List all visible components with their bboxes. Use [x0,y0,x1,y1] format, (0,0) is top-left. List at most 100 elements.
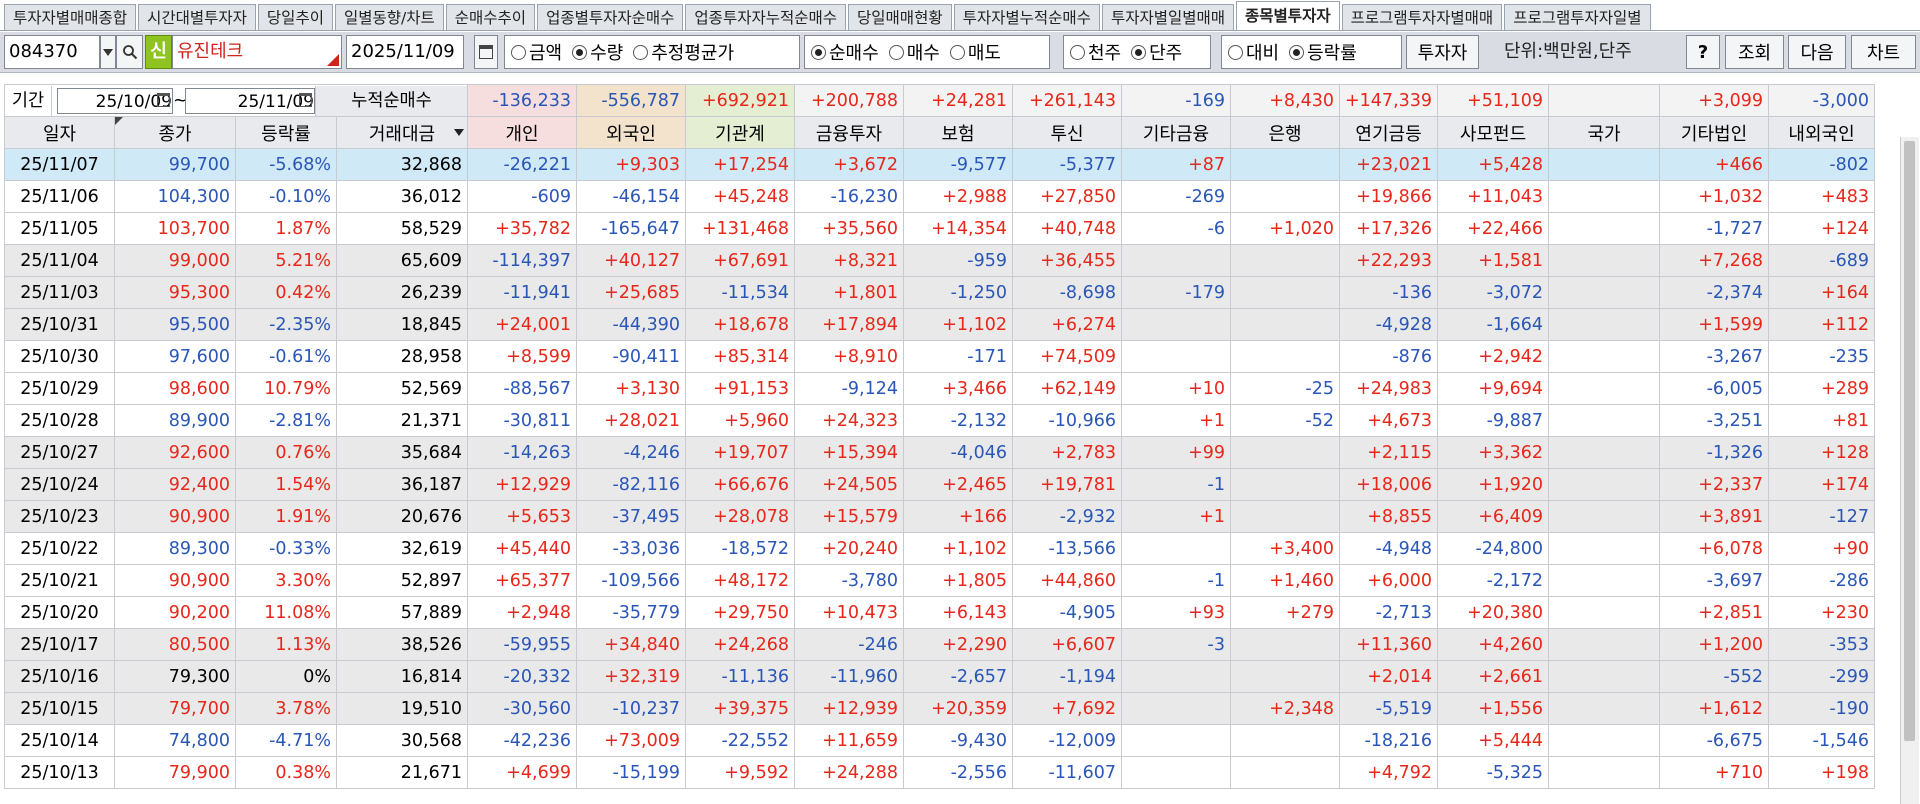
stock-dropdown-button[interactable] [100,35,116,69]
date-input[interactable]: 2025/11/09 [346,35,464,69]
table-cell: 21,371 [336,404,468,437]
table-row[interactable]: 25/11/05 103,700 1.87% 58,529 +35,782 -165,64… [4,212,1876,245]
help-button[interactable]: ? [1686,35,1720,69]
amount_group-option-2[interactable]: 추정평균가 [633,39,734,65]
amount_group-option-0[interactable]: 금액 [511,39,562,65]
chart-button[interactable]: 차트 [1851,35,1916,69]
tab-9[interactable]: 투자자별일별매매 [1101,4,1235,30]
table-row[interactable]: 25/11/06 104,300 -0.10% 36,012 -609 -46,154 +4… [4,180,1876,213]
table-cell: +124 [1768,212,1876,245]
table-row[interactable]: 25/10/21 90,900 3.30% 52,897 +65,377 -109,566… [4,564,1876,597]
table-row[interactable]: 25/10/20 90,200 11.08% 57,889 +2,948 -35,779 +… [4,596,1876,629]
tab-10[interactable]: 종목별투자자 [1236,1,1340,30]
table-cell [1230,724,1340,757]
vertical-scrollbar[interactable] [1900,137,1919,804]
table-row[interactable]: 25/10/31 95,500 -2.35% 18,845 +24,001 -44,390… [4,308,1876,341]
column-header[interactable]: 연기금등 [1338,116,1439,149]
table-cell: 90,200 [114,596,236,629]
column-header[interactable]: 개인 [467,116,577,149]
unit_scale_group-option-0[interactable]: 천주 [1070,39,1121,65]
tab-3[interactable]: 일별동향/차트 [334,4,444,30]
table-row[interactable]: 25/10/15 79,700 3.78% 19,510 -30,560 -10,237 +… [4,692,1876,725]
tab-11[interactable]: 프로그램투자자별매매 [1341,4,1503,30]
column-header[interactable]: 기관계 [685,116,795,149]
calendar-icon[interactable] [299,92,312,107]
radio-icon[interactable] [949,44,965,60]
column-header[interactable]: 등락률 [235,116,337,149]
calendar-icon[interactable] [157,92,170,107]
tab-7[interactable]: 당일매매현황 [848,4,952,30]
table-cell: 1.13% [235,628,337,661]
query-button[interactable]: 조회 [1725,35,1784,69]
investor-button[interactable]: 투자자 [1406,35,1479,69]
table-cell: -90,411 [576,340,686,373]
table-cell: +1,805 [903,564,1013,597]
table-cell: +128 [1768,436,1876,469]
table-cell: -3,251 [1659,404,1770,437]
column-header[interactable]: 사모펀드 [1437,116,1550,149]
radio-icon[interactable] [1070,44,1085,60]
tab-4[interactable]: 순매수추이 [445,4,536,30]
trade_group-option-1[interactable]: 매수 [888,39,940,65]
radio-icon[interactable] [888,44,904,60]
date-picker-button[interactable] [474,35,498,69]
column-header[interactable]: 일자 [4,116,115,149]
table-row[interactable]: 25/11/04 99,000 5.21% 65,609 -114,397 +40,127… [4,244,1876,277]
unit_scale_group-option-label: 단주 [1149,43,1183,64]
column-header[interactable]: 금융투자 [794,116,904,149]
table-row[interactable]: 25/10/22 89,300 -0.33% 32,619 +45,440 -33,036… [4,532,1876,565]
amount_group-option-1[interactable]: 수량 [572,39,623,65]
radio-icon[interactable] [633,44,649,60]
sort-dropdown-icon[interactable] [454,129,464,136]
radio-icon[interactable] [1289,44,1305,60]
compare_group-option-1[interactable]: 등락률 [1289,39,1357,65]
column-header[interactable]: 거래대금 [336,116,468,149]
tab-6[interactable]: 업종투자자누적순매수 [685,4,847,30]
unit_scale_group-option-1[interactable]: 단주 [1131,39,1182,65]
tab-0[interactable]: 투자자별매매종합 [4,4,137,30]
table-row[interactable]: 25/10/17 80,500 1.13% 38,526 -59,955 +34,840 +… [4,628,1876,661]
scrollbar-thumb[interactable] [1904,141,1915,741]
radio-icon[interactable] [1228,44,1243,60]
column-header[interactable]: 투신 [1012,116,1122,149]
stock-code-input[interactable]: 084370 [4,35,100,69]
table-row[interactable]: 25/10/24 92,400 1.54% 36,187 +12,929 -82,116 +… [4,468,1876,501]
compare_group-option-0[interactable]: 대비 [1228,39,1279,65]
column-header[interactable]: 보험 [903,116,1013,149]
column-header[interactable]: 내외국인 [1768,116,1876,149]
table-row[interactable]: 25/10/28 89,900 -2.81% 21,371 -30,811 +28,021… [4,404,1876,437]
period-from-input[interactable]: 25/10/09 [57,87,173,114]
table-row[interactable]: 25/10/30 97,600 -0.61% 28,958 +8,599 -90,411 +… [4,340,1876,373]
column-header[interactable]: 기타금융 [1121,116,1231,149]
column-header[interactable]: 종가 [114,116,236,149]
radio-icon[interactable] [572,44,588,60]
table-row[interactable]: 25/10/23 90,900 1.91% 20,676 +5,653 -37,495 +2… [4,500,1876,533]
table-row[interactable]: 25/10/27 92,600 0.76% 35,684 -14,263 -4,246 +1… [4,436,1876,469]
table-row[interactable]: 25/11/03 95,300 0.42% 26,239 -11,941 +25,685-… [4,276,1876,309]
table-row[interactable]: 25/10/29 98,600 10.79% 52,569 -88,567 +3,130 +… [4,372,1876,405]
tab-12[interactable]: 프로그램투자자일별 [1504,4,1651,30]
tab-1[interactable]: 시간대별투자자 [138,4,256,30]
table-cell: -37,495 [576,500,686,533]
trade_group-option-2[interactable]: 매도 [949,39,1001,65]
trade_group-option-0[interactable]: 순매수 [811,39,879,65]
tab-5[interactable]: 업종별투자자순매수 [537,4,684,30]
table-row[interactable]: 25/10/13 79,900 0.38% 21,671 +4,699 -15,199 +9… [4,756,1876,789]
next-button[interactable]: 다음 [1788,35,1846,69]
radio-icon[interactable] [1131,44,1147,60]
tab-2[interactable]: 당일추이 [257,4,333,30]
column-header[interactable]: 기타법인 [1659,116,1770,149]
tab-8[interactable]: 투자자별누적순매수 [953,4,1100,30]
table-cell: -18,216 [1338,724,1439,757]
column-header[interactable]: 은행 [1230,116,1340,149]
table-row[interactable]: 25/10/14 74,800 -4.71% 30,568 -42,236 +73,009… [4,724,1876,757]
column-header[interactable]: 외국인 [576,116,686,149]
table-row[interactable]: 25/10/16 79,300 0% 16,814 -20,332 +32,319 -11,… [4,660,1876,693]
period-to-input[interactable]: 25/11/09 [185,87,315,114]
column-header[interactable]: 국가 [1548,116,1661,149]
stock-name-field[interactable]: 유진테크 [172,35,342,69]
radio-icon[interactable] [811,44,826,60]
radio-icon[interactable] [511,44,526,60]
stock-search-button[interactable] [116,35,143,69]
table-row[interactable]: 25/11/07 99,700 -5.68% 32,868 -26,221 +9,303 +… [4,148,1876,181]
